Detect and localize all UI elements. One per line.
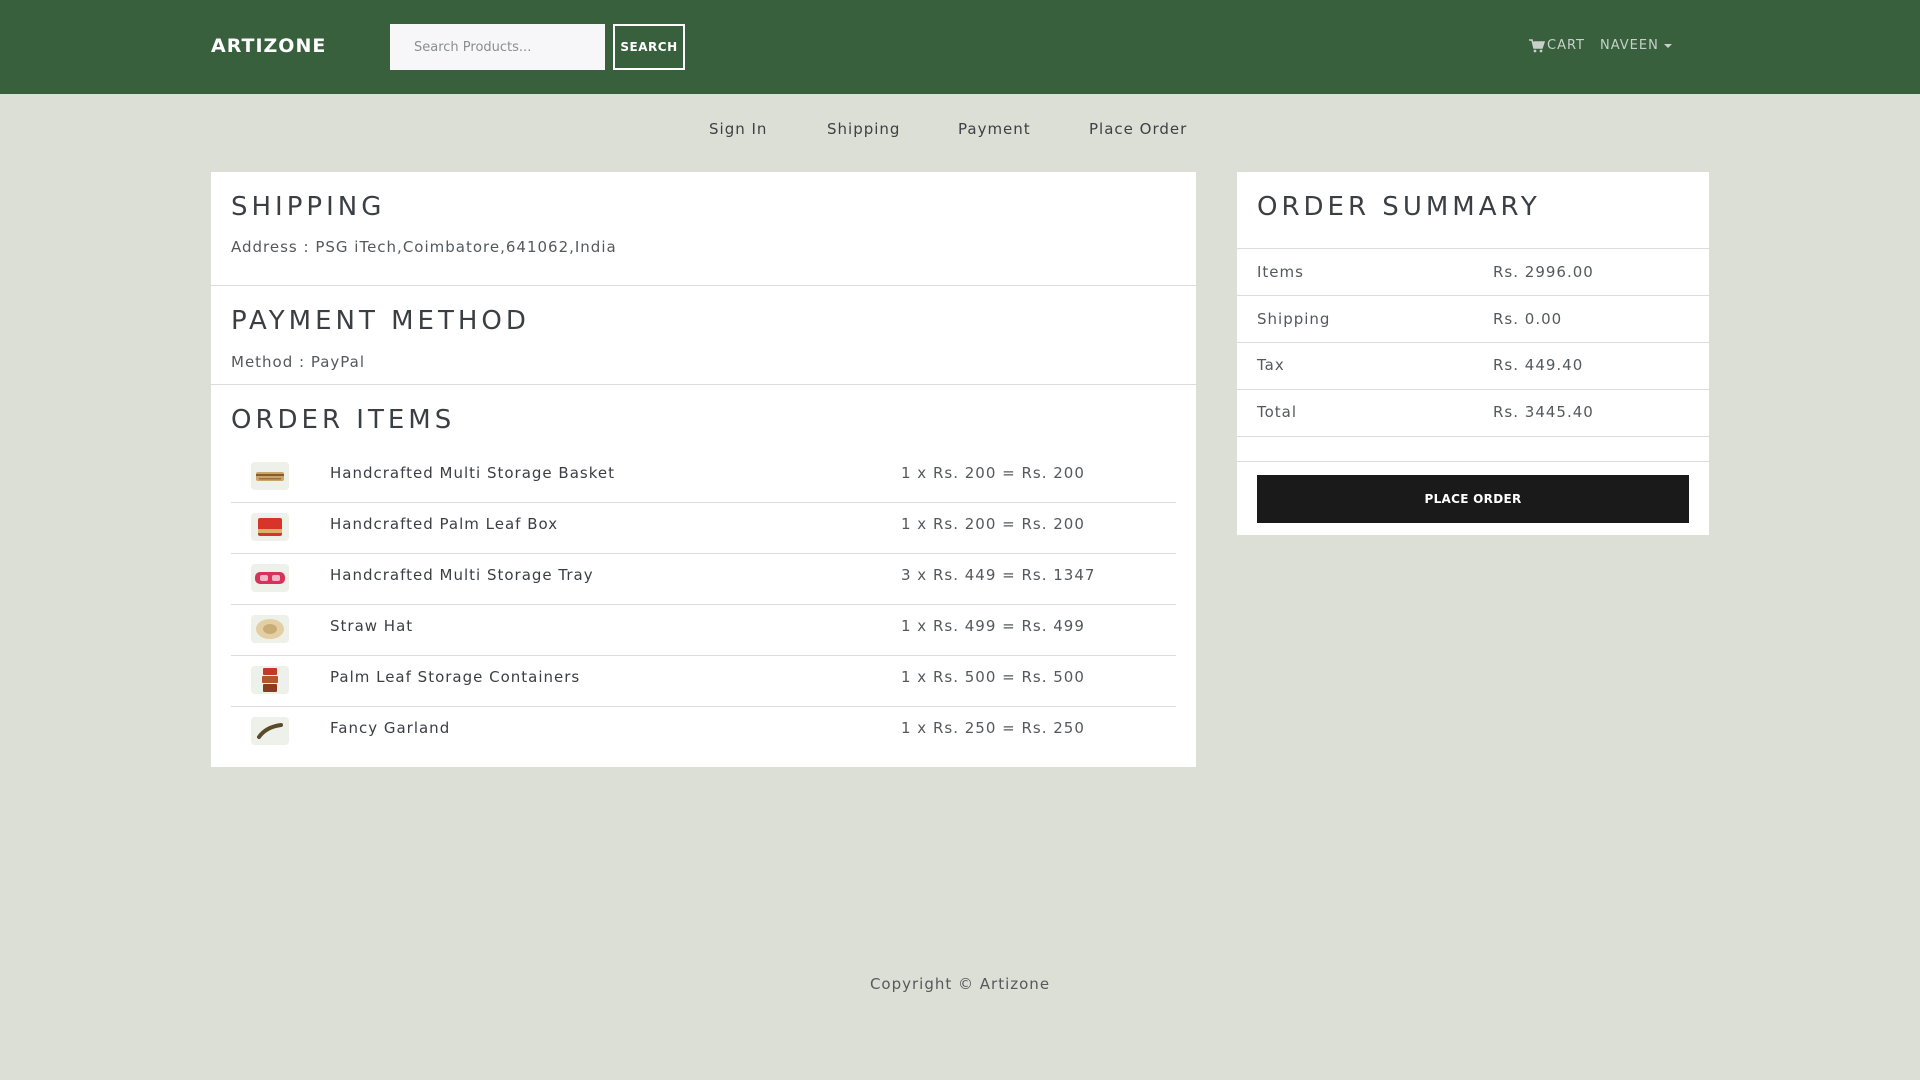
order-items-title: ORDER ITEMS: [231, 405, 456, 435]
item-price: 1 x Rs. 500 = Rs. 500: [901, 668, 1085, 686]
order-summary-panel: ORDER SUMMARY Items Rs. 2996.00 Shipping…: [1237, 172, 1709, 535]
summary-row-shipping: Shipping Rs. 0.00: [1237, 296, 1709, 342]
summary-label: Shipping: [1257, 310, 1331, 328]
item-price: 3 x Rs. 449 = Rs. 1347: [901, 566, 1096, 584]
payment-method: Method : PayPal: [231, 353, 366, 371]
cart-icon: [1529, 38, 1545, 52]
shipping-address: Address : PSG iTech,Coimbatore,641062,In…: [231, 238, 617, 256]
payment-title: PAYMENT METHOD: [231, 306, 530, 336]
user-name: NAVEEN: [1600, 38, 1659, 53]
search-button[interactable]: SEARCH: [613, 24, 685, 70]
tray-thumbnail: [251, 564, 289, 592]
footer-copyright: Copyright © Artizone: [869, 975, 1051, 993]
item-name[interactable]: Handcrafted Multi Storage Basket: [330, 464, 615, 482]
payment-section: PAYMENT METHOD Method : PayPal: [211, 286, 1196, 384]
step-place-order[interactable]: Place Order: [1089, 120, 1187, 138]
item-price: 1 x Rs. 499 = Rs. 499: [901, 617, 1085, 635]
place-order-button[interactable]: PLACE ORDER: [1257, 475, 1689, 523]
user-menu-dropdown[interactable]: NAVEEN: [1600, 38, 1672, 53]
order-item-row: Handcrafted Palm Leaf Box 1 x Rs. 200 = …: [231, 503, 1176, 554]
hat-thumbnail: [251, 615, 289, 643]
shipping-section: SHIPPING Address : PSG iTech,Coimbatore,…: [211, 172, 1196, 285]
item-name[interactable]: Straw Hat: [330, 617, 413, 635]
order-summary-title: ORDER SUMMARY: [1257, 192, 1541, 222]
order-item-row: Straw Hat 1 x Rs. 499 = Rs. 499: [231, 605, 1176, 656]
shipping-title: SHIPPING: [231, 192, 386, 222]
step-shipping[interactable]: Shipping: [827, 120, 900, 138]
cart-link[interactable]: CART: [1529, 38, 1585, 53]
step-sign-in[interactable]: Sign In: [709, 120, 767, 138]
item-price: 1 x Rs. 200 = Rs. 200: [901, 464, 1085, 482]
summary-row-items: Items Rs. 2996.00: [1237, 249, 1709, 295]
step-payment[interactable]: Payment: [958, 120, 1031, 138]
summary-row-total: Total Rs. 3445.40: [1237, 389, 1709, 435]
caret-down-icon: [1663, 43, 1672, 48]
order-item-row: Handcrafted Multi Storage Tray 3 x Rs. 4…: [231, 554, 1176, 605]
item-name[interactable]: Handcrafted Multi Storage Tray: [330, 566, 594, 584]
garland-thumbnail: [251, 717, 289, 745]
order-details-panel: SHIPPING Address : PSG iTech,Coimbatore,…: [211, 172, 1196, 767]
order-item-row: Fancy Garland 1 x Rs. 250 = Rs. 250: [231, 707, 1176, 758]
search-input[interactable]: [390, 24, 605, 70]
item-name[interactable]: Handcrafted Palm Leaf Box: [330, 515, 558, 533]
order-items-section: ORDER ITEMS Handcrafted Multi Storage Ba…: [211, 385, 1196, 765]
summary-label: Tax: [1257, 356, 1285, 374]
summary-value: Rs. 0.00: [1493, 310, 1563, 328]
item-name[interactable]: Fancy Garland: [330, 719, 450, 737]
summary-value: Rs. 449.40: [1493, 356, 1584, 374]
containers-thumbnail: [251, 666, 289, 694]
item-name[interactable]: Palm Leaf Storage Containers: [330, 668, 580, 686]
brand-logo[interactable]: ARTIZONE: [211, 35, 326, 57]
box-thumbnail: [251, 513, 289, 541]
cart-label: CART: [1547, 38, 1585, 53]
order-item-row: Palm Leaf Storage Containers 1 x Rs. 500…: [231, 656, 1176, 707]
summary-value: Rs. 2996.00: [1493, 263, 1594, 281]
summary-row-tax: Tax Rs. 449.40: [1237, 342, 1709, 388]
summary-label: Total: [1257, 403, 1298, 421]
checkout-steps: Sign In Shipping Payment Place Order: [0, 120, 1920, 142]
summary-value: Rs. 3445.40: [1493, 403, 1594, 421]
top-navbar: ARTIZONE SEARCH CART NAVEEN: [0, 0, 1920, 94]
basket-thumbnail: [251, 462, 289, 490]
order-item-row: Handcrafted Multi Storage Basket 1 x Rs.…: [231, 452, 1176, 503]
summary-label: Items: [1257, 263, 1304, 281]
item-price: 1 x Rs. 200 = Rs. 200: [901, 515, 1085, 533]
item-price: 1 x Rs. 250 = Rs. 250: [901, 719, 1085, 737]
